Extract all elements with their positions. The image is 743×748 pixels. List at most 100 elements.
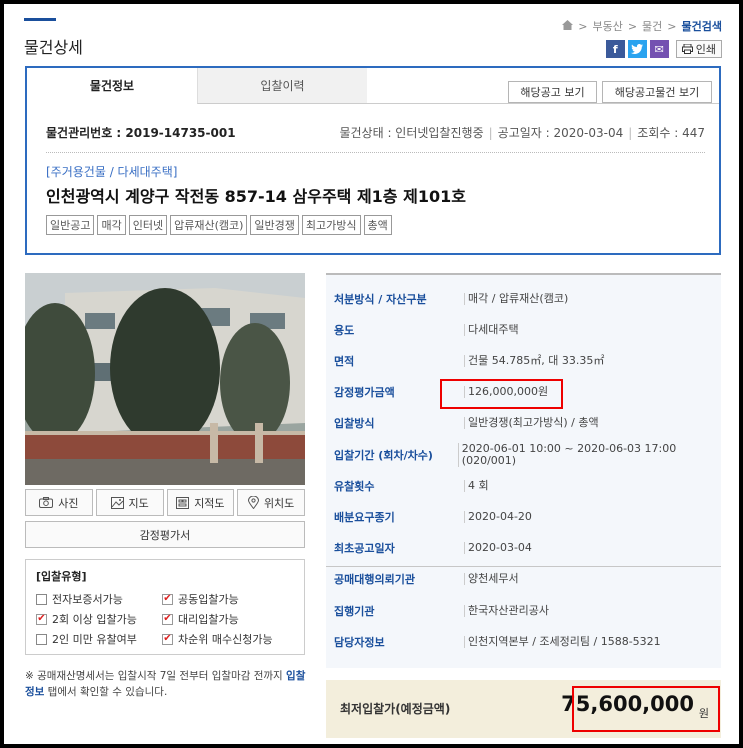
bid-type-item: ✔ 공동입찰가능	[162, 591, 294, 607]
cadastral-map-button-label: 지적도	[194, 496, 225, 510]
property-photo[interactable]	[25, 273, 305, 485]
property-tag: 일반공고	[46, 215, 95, 235]
detail-row: 최초공고일자 2020-03-04	[326, 533, 721, 564]
detail-value: 매각 / 압류재산(캠코)	[464, 292, 568, 305]
property-tag: 일반경쟁	[250, 215, 299, 235]
view-notice-button[interactable]: 해당공고 보기	[508, 81, 597, 103]
facebook-icon[interactable]: f	[605, 40, 625, 58]
detail-label: 용도	[334, 323, 355, 337]
minimum-bid-box: 최저입찰가(예정금액) 75,600,000 원	[326, 680, 721, 738]
detail-label: 입찰방식	[334, 417, 375, 431]
bid-type-label: 2회 이상 입찰가능	[52, 613, 137, 626]
map-icon	[110, 496, 124, 509]
tab-bar: 물건정보 입찰이력 해당공고 보기 해당공고물건 보기	[27, 68, 719, 104]
share-bar: f ✉ 인쇄	[605, 40, 722, 58]
detail-value: 2020-04-20	[464, 510, 532, 523]
bid-type-box: [입찰유형] 전자보증서가능 ✔ 공동입찰가능 ✔ 2회 이상 입찰가능 ✔ 대리입찰가능 2…	[25, 559, 305, 655]
title-accent-bar	[24, 18, 56, 21]
detail-value: 양천세무서	[464, 573, 519, 586]
breadcrumb-separator: >	[667, 19, 677, 33]
detail-value: 한국자산관리공사	[464, 604, 549, 617]
breadcrumb: > 부동산 > 물건 > 물건검색	[562, 18, 722, 34]
detail-row: 집행기관 한국자산관리공사	[326, 595, 721, 626]
breadcrumb-item-item[interactable]: 물건	[642, 18, 662, 34]
divider	[46, 152, 705, 153]
bid-type-item: 2인 미만 유찰여부	[36, 631, 156, 647]
location-pin-icon	[247, 496, 259, 509]
property-tag: 인터넷	[128, 215, 168, 235]
bid-type-item: ✔ 대리입찰가능	[162, 611, 294, 627]
detail-row: 입찰방식 일반경쟁(최고가방식) / 총액	[326, 408, 721, 439]
item-status: 물건상태 : 인터넷입찰진행중	[339, 126, 484, 140]
detail-label: 최초공고일자	[334, 542, 395, 556]
bid-type-label: 공동입찰가능	[178, 593, 239, 606]
minimum-bid-highlight	[572, 686, 720, 732]
property-category: [주거용건물 / 다세대주택]	[46, 165, 178, 179]
detail-row: 공매대행의뢰기관 양천세무서	[326, 564, 721, 595]
detail-row: 용도 다세대주택	[326, 314, 721, 345]
property-tag: 압류재산(캠코)	[170, 215, 248, 235]
map-button[interactable]: 지도	[95, 489, 164, 516]
detail-row: 배분요구종기 2020-04-20	[326, 501, 721, 532]
detail-label: 입찰기간 (회차/차수)	[334, 448, 433, 462]
property-tags: 일반공고 매각 인터넷 압류재산(캠코) 일반경쟁 최고가방식 총액	[46, 215, 392, 235]
detail-value: 2020-03-04	[464, 542, 532, 555]
detail-value: 2020-06-01 10:00 ~ 2020-06-03 17:00 (020…	[457, 442, 721, 467]
detail-label: 담당자정보	[334, 635, 385, 649]
twitter-icon[interactable]	[627, 40, 647, 58]
property-tag: 최고가방식	[301, 215, 361, 235]
tab-bid-history[interactable]: 입찰이력	[197, 68, 367, 104]
minimum-bid-label: 최저입찰가(예정금액)	[340, 702, 451, 716]
camera-icon	[39, 497, 54, 508]
page-frame: 물건상세 > 부동산 > 물건 > 물건검색 f ✉ 인쇄 물건정보 입찰이력 …	[4, 4, 739, 744]
detail-row: 입찰기간 (회차/차수) 2020-06-01 10:00 ~ 2020-06-0…	[326, 439, 721, 470]
location-map-button[interactable]: 위치도	[237, 489, 305, 516]
appraisal-report-button[interactable]: 감정평가서	[25, 521, 305, 548]
detail-row: 담당자정보 인천지역본부 / 조세정리팀 / 1588-5321	[326, 626, 721, 657]
cadastral-map-icon	[176, 496, 190, 509]
detail-value: 4 회	[464, 479, 489, 492]
cadastral-map-button[interactable]: 지적도	[166, 489, 235, 516]
checked-checkbox[interactable]: ✔	[162, 633, 173, 645]
checked-checkbox[interactable]: ✔	[162, 613, 173, 625]
property-address: 인천광역시 계양구 작전동 857-14 삼우주택 제1층 제101호	[46, 187, 466, 206]
bid-type-label: 대리입찰가능	[178, 613, 239, 626]
unchecked-checkbox[interactable]	[36, 633, 47, 645]
bid-type-item: ✔ 2회 이상 입찰가능	[36, 611, 156, 627]
detail-table: 처분방식 / 자산구분 매각 / 압류재산(캠코) 용도 다세대주택 면적 건물 54.7…	[326, 273, 721, 668]
detail-row: 유찰횟수 4 회	[326, 470, 721, 501]
detail-label: 처분방식 / 자산구분	[334, 292, 427, 306]
page-title: 물건상세	[24, 38, 83, 57]
detail-label: 공매대행의뢰기관	[334, 573, 415, 587]
photo-button[interactable]: 사진	[25, 489, 93, 516]
appraisal-value-highlight	[440, 378, 563, 409]
footnote-text-before: ※ 공매재산명세서는 입찰시작 7일 전부터 입찰마감 전까지	[25, 670, 287, 682]
map-button-label: 지도	[128, 496, 149, 510]
detail-label: 집행기관	[334, 604, 375, 618]
item-meta-row: 물건관리번호 : 2019-14735-001 물건상태 : 인터넷입찰진행중 |…	[46, 124, 705, 141]
detail-row: 처분방식 / 자산구분 매각 / 압류재산(캠코)	[326, 283, 721, 314]
unchecked-checkbox[interactable]	[36, 593, 47, 605]
bid-type-label: 차순위 매수신청가능	[178, 633, 273, 646]
bid-type-title: [입찰유형]	[36, 570, 87, 583]
checked-checkbox[interactable]: ✔	[162, 593, 173, 605]
property-tag: 매각	[97, 215, 126, 235]
bid-type-grid: 전자보증서가능 ✔ 공동입찰가능 ✔ 2회 이상 입찰가능 ✔ 대리입찰가능 2인 미만 유찰…	[36, 591, 294, 647]
detail-label: 유찰횟수	[334, 479, 375, 493]
bid-type-item: 전자보증서가능	[36, 591, 156, 607]
breadcrumb-item-realestate[interactable]: 부동산	[592, 18, 622, 34]
mail-icon[interactable]: ✉	[649, 40, 669, 58]
bid-type-label: 2인 미만 유찰여부	[52, 633, 137, 646]
breadcrumb-item-current[interactable]: 물건검색	[682, 18, 722, 34]
print-button[interactable]: 인쇄	[675, 40, 722, 58]
notice-date: 공고일자 : 2020-03-04	[497, 126, 624, 140]
detail-value: 건물 54.785㎡, 대 33.35㎡	[464, 354, 604, 367]
photo-button-label: 사진	[58, 496, 79, 510]
breadcrumb-separator: >	[578, 19, 588, 33]
home-icon[interactable]	[562, 19, 574, 33]
photo-buttons: 사진 지도 지적도 위치도	[25, 489, 305, 516]
tab-item-info[interactable]: 물건정보	[27, 68, 197, 104]
breadcrumb-separator: >	[627, 19, 638, 33]
view-notice-items-button[interactable]: 해당공고물건 보기	[602, 81, 712, 103]
checked-checkbox[interactable]: ✔	[36, 613, 47, 625]
